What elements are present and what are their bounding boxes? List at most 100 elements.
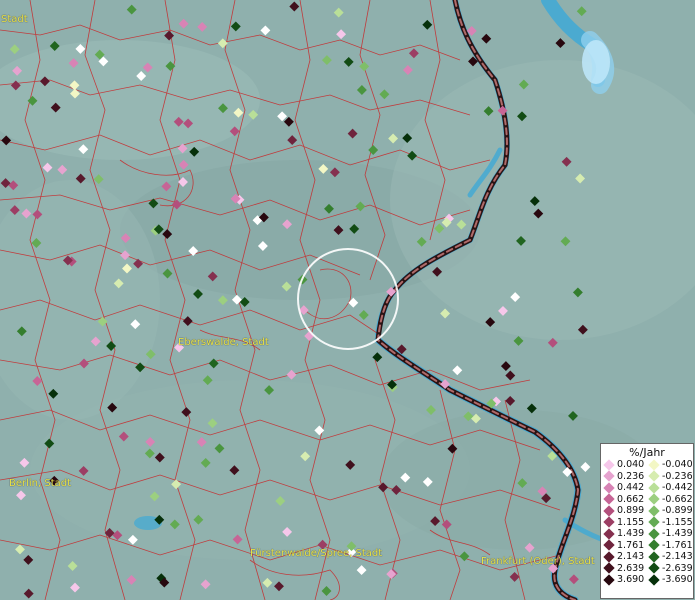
station-marker[interactable]	[513, 335, 524, 346]
station-marker[interactable]	[164, 30, 175, 41]
station-marker[interactable]	[208, 358, 219, 369]
station-marker[interactable]	[333, 7, 344, 18]
station-marker[interactable]	[1, 135, 12, 146]
station-marker[interactable]	[287, 135, 298, 146]
station-marker[interactable]	[57, 164, 68, 175]
station-marker[interactable]	[440, 308, 451, 319]
station-marker[interactable]	[197, 21, 208, 32]
station-marker[interactable]	[321, 55, 332, 66]
station-marker[interactable]	[368, 145, 379, 155]
legend-value: 0.899	[617, 505, 645, 517]
station-marker[interactable]	[336, 29, 347, 40]
station-marker[interactable]	[356, 85, 367, 95]
legend-swatch	[648, 562, 660, 574]
legend-swatch	[648, 574, 660, 586]
station-marker[interactable]	[182, 316, 193, 327]
station-marker[interactable]	[343, 56, 354, 67]
station-marker[interactable]	[42, 162, 53, 173]
legend-value: -3.690	[662, 574, 693, 586]
station-marker[interactable]	[422, 19, 433, 30]
legend-row-negative: -1.761	[648, 539, 693, 552]
station-marker[interactable]	[23, 588, 34, 599]
station-marker[interactable]	[426, 405, 436, 415]
station-marker[interactable]	[283, 116, 294, 127]
station-marker[interactable]	[217, 38, 228, 49]
legend-row-negative: -0.236	[648, 470, 693, 483]
legend-row-negative: -3.690	[648, 574, 693, 586]
legend-negative-column: -0.040 -0.236 -0.442 -0.662 -0.899 -1.155 -1.4…	[648, 459, 693, 586]
station-marker[interactable]	[262, 577, 273, 588]
station-marker[interactable]	[359, 61, 370, 72]
station-marker[interactable]	[505, 395, 516, 406]
legend-value: -0.899	[662, 505, 693, 517]
station-marker[interactable]	[379, 89, 390, 100]
station-marker[interactable]	[481, 33, 492, 44]
station-marker[interactable]	[452, 365, 463, 376]
legend-row-positive: 3.690	[603, 574, 648, 586]
terrain-layer	[0, 40, 695, 560]
station-marker[interactable]	[286, 369, 297, 380]
station-marker[interactable]	[239, 297, 250, 307]
station-marker[interactable]	[0, 178, 11, 189]
legend-value: -0.662	[662, 493, 693, 505]
station-marker[interactable]	[193, 289, 203, 299]
city-label-fuerstenwalde: Fürstenwalde/Spree, Stadt	[250, 548, 383, 559]
station-marker[interactable]	[93, 174, 104, 185]
legend-row-positive: 1.761	[603, 539, 648, 552]
station-marker[interactable]	[289, 1, 300, 12]
legend-value: 0.040	[617, 459, 645, 471]
map-canvas[interactable]: Stadt Eberswalde, Stadt Berlin, Stadt Fü…	[0, 0, 695, 600]
station-marker[interactable]	[15, 544, 25, 555]
station-marker[interactable]	[231, 294, 242, 305]
legend-swatch	[603, 493, 615, 505]
city-label-stadt: Stadt	[1, 14, 28, 25]
station-marker[interactable]	[388, 133, 399, 144]
station-marker[interactable]	[372, 352, 383, 363]
station-marker[interactable]	[568, 574, 579, 585]
map-svg[interactable]	[0, 0, 695, 600]
legend-value: -1.761	[662, 539, 693, 551]
station-marker[interactable]	[408, 48, 419, 59]
station-marker[interactable]	[9, 44, 20, 55]
station-marker[interactable]	[576, 6, 587, 17]
legend-value: 0.662	[617, 493, 645, 505]
station-marker[interactable]	[356, 565, 367, 576]
station-marker[interactable]	[304, 331, 315, 341]
station-marker[interactable]	[500, 361, 511, 372]
station-marker[interactable]	[459, 551, 470, 562]
station-marker[interactable]	[16, 490, 26, 501]
station-marker[interactable]	[321, 586, 332, 596]
legend-swatch	[648, 539, 660, 551]
legend-row-negative: -0.040	[648, 459, 693, 471]
legend-swatch	[603, 516, 615, 528]
station-marker[interactable]	[8, 180, 19, 191]
legend-row-positive: 0.236	[603, 470, 648, 483]
station-marker[interactable]	[277, 111, 288, 122]
station-marker[interactable]	[358, 310, 369, 320]
station-marker[interactable]	[230, 21, 241, 32]
station-marker[interactable]	[347, 128, 358, 139]
station-marker[interactable]	[126, 574, 137, 585]
station-marker[interactable]	[126, 4, 137, 15]
station-marker[interactable]	[402, 65, 413, 75]
station-marker[interactable]	[19, 457, 30, 468]
station-marker[interactable]	[217, 295, 228, 306]
city-label-frankfurt-oder: Frankfurt (Oder), Stadt	[481, 556, 595, 567]
station-marker[interactable]	[178, 159, 189, 170]
legend-row-negative: -1.439	[648, 528, 693, 540]
station-marker[interactable]	[70, 582, 80, 593]
station-marker[interactable]	[274, 581, 284, 592]
legend-swatch	[648, 459, 660, 471]
station-marker[interactable]	[67, 561, 78, 571]
legend-row-negative: -2.143	[648, 551, 693, 563]
legend-swatch	[603, 574, 615, 586]
legend-swatch	[648, 551, 660, 563]
station-marker[interactable]	[555, 38, 566, 49]
station-marker[interactable]	[505, 370, 516, 381]
station-marker[interactable]	[260, 25, 271, 36]
station-marker[interactable]	[178, 18, 189, 29]
station-marker[interactable]	[200, 579, 211, 590]
legend-value: -0.236	[662, 470, 693, 482]
station-marker[interactable]	[23, 554, 34, 565]
legend-row-negative: -2.639	[648, 562, 693, 575]
